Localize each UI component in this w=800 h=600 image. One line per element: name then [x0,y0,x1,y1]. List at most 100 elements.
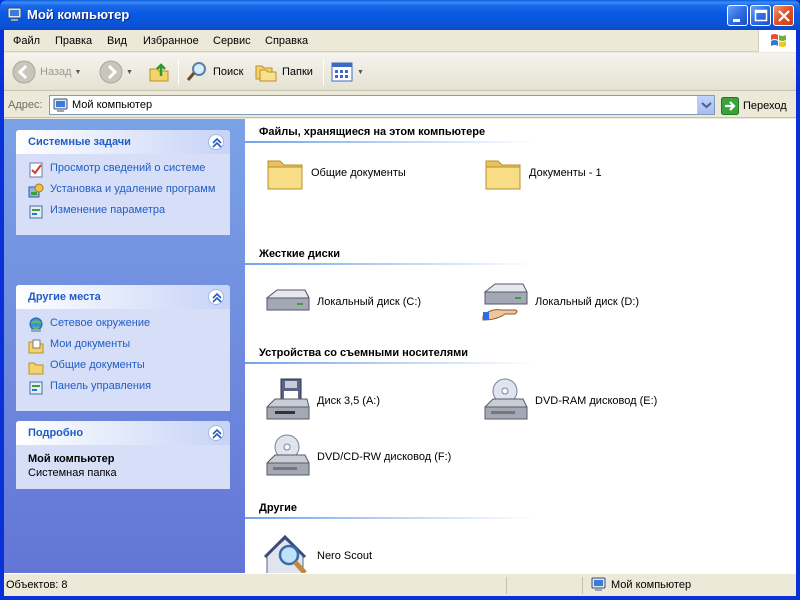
item-shared-documents[interactable]: Общие документы [265,153,406,193]
status-cell [506,577,582,594]
item-dvd-ram-e[interactable]: DVD-RAM дисковод (E:) [481,377,657,425]
views-dropdown-icon[interactable]: ▼ [357,69,364,76]
other-places-panel: Другие места Сетевое окружение Мои докум… [16,285,230,411]
forward-button[interactable]: ▼ [99,57,133,87]
close-button[interactable] [773,5,794,26]
place-my-documents[interactable]: Мои документы [28,338,218,354]
item-label: Локальный диск (D:) [535,296,640,308]
folder-up-icon [149,63,169,82]
menu-help[interactable]: Справка [265,35,308,47]
details-header[interactable]: Подробно [16,421,230,445]
back-label: Назад [40,66,72,78]
my-documents-icon [28,339,44,354]
chevron-up-icon [212,292,222,303]
back-arrow-icon [12,60,36,84]
status-cell: Мой компьютер [582,577,796,594]
item-label: Диск 3,5 (A:) [317,395,381,407]
cd-drive-icon [266,434,310,476]
search-icon [186,62,206,81]
item-cd-rw-f[interactable]: DVD/CD-RW дисковод (F:) [263,433,451,481]
address-input[interactable]: Мой компьютер [49,95,715,115]
task-label: Изменение параметра [50,204,166,216]
item-label: DVD/CD-RW дисковод (F:) [317,451,452,463]
place-network[interactable]: Сетевое окружение [28,317,218,333]
my-computer-icon [53,98,68,112]
collapse-button[interactable] [208,425,224,441]
task-add-remove-programs[interactable]: Установка и удаление программ [28,183,218,199]
folder-icon [267,160,303,190]
task-label: Просмотр сведений о системе [50,162,206,174]
toolbar-separator [323,59,324,85]
add-remove-programs-icon [28,183,44,198]
item-label: DVD-RAM дисковод (E:) [535,395,658,407]
maximize-icon [754,9,768,22]
folder-icon [485,160,521,190]
my-computer-icon [7,7,22,21]
details-type: Системная папка [28,467,117,479]
system-tasks-panel: Системные задачи Просмотр сведений о сис… [16,130,230,235]
place-label: Общие документы [50,359,145,371]
back-button[interactable]: Назад ▼ [12,57,81,87]
folders-button[interactable]: Папки [254,57,313,87]
task-system-info[interactable]: Просмотр сведений о системе [28,162,218,178]
item-label: Документы - 1 [529,167,602,179]
go-label: Переход [743,100,787,112]
system-tasks-header[interactable]: Системные задачи [16,130,230,154]
place-label: Панель управления [50,380,152,392]
menu-edit[interactable]: Правка [55,35,92,47]
search-label: Поиск [213,66,244,78]
search-button[interactable]: Поиск [185,57,243,87]
maximize-button[interactable] [750,5,771,26]
title-bar[interactable]: Мой компьютер [0,0,800,30]
item-label: Локальный диск (C:) [317,296,422,308]
item-floppy-a[interactable]: Диск 3,5 (A:) [263,377,380,425]
collapse-button[interactable] [208,134,224,150]
details-title: Подробно [28,427,84,439]
item-label: Nero Scout [317,550,373,562]
hard-disk-icon [265,289,310,311]
status-object-count: Объектов: 8 [6,579,68,591]
menu-view[interactable]: Вид [107,35,127,47]
back-dropdown-icon[interactable]: ▼ [75,69,82,76]
group-header: Жесткие диски [259,248,340,260]
folder-icon [28,362,44,375]
place-shared-documents[interactable]: Общие документы [28,359,218,375]
menu-file[interactable]: Файл [13,35,40,47]
toolbar: Назад ▼ ▼ Поиск Папки ▼ [4,53,796,91]
place-control-panel[interactable]: Панель управления [28,380,218,396]
minimize-icon [733,19,740,22]
address-dropdown-button[interactable] [697,96,714,114]
up-button[interactable] [147,57,171,87]
dvd-drive-icon [484,378,528,420]
item-local-disk-c[interactable]: Локальный диск (C:) [263,282,421,322]
item-documents-1[interactable]: Документы - 1 [483,153,602,193]
forward-dropdown-icon[interactable]: ▼ [126,69,133,76]
network-icon [29,317,43,332]
other-places-header[interactable]: Другие места [16,285,230,309]
control-panel-icon [29,381,43,395]
menu-tools[interactable]: Сервис [213,35,251,47]
folders-icon [255,65,277,82]
status-bar: Объектов: 8 Мой компьютер [4,573,796,596]
task-change-setting[interactable]: Изменение параметра [28,204,218,220]
windows-logo-icon [758,30,796,52]
address-bar: Адрес: Мой компьютер Переход [4,92,796,118]
other-places-title: Другие места [28,291,101,303]
explorer-window: Мой компьютер Файл Правка Вид Избранное … [0,0,800,600]
control-panel-icon [29,205,43,219]
details-panel: Подробно Мой компьютер Системная папка [16,421,230,489]
item-local-disk-d[interactable]: Локальный диск (D:) [481,282,639,322]
menu-favorites[interactable]: Избранное [143,35,199,47]
views-icon [331,62,353,82]
collapse-button[interactable] [208,289,224,305]
minimize-button[interactable] [727,5,748,26]
toolbar-separator [178,59,179,85]
window-client: Файл Правка Вид Избранное Сервис Справка [4,30,796,596]
place-label: Сетевое окружение [50,317,151,329]
status-location: Мой компьютер [611,579,692,591]
views-button[interactable]: ▼ [330,57,364,87]
group-header: Другие [259,502,297,514]
go-button[interactable]: Переход [721,97,787,115]
close-icon [778,10,790,22]
chevron-up-icon [212,428,222,439]
